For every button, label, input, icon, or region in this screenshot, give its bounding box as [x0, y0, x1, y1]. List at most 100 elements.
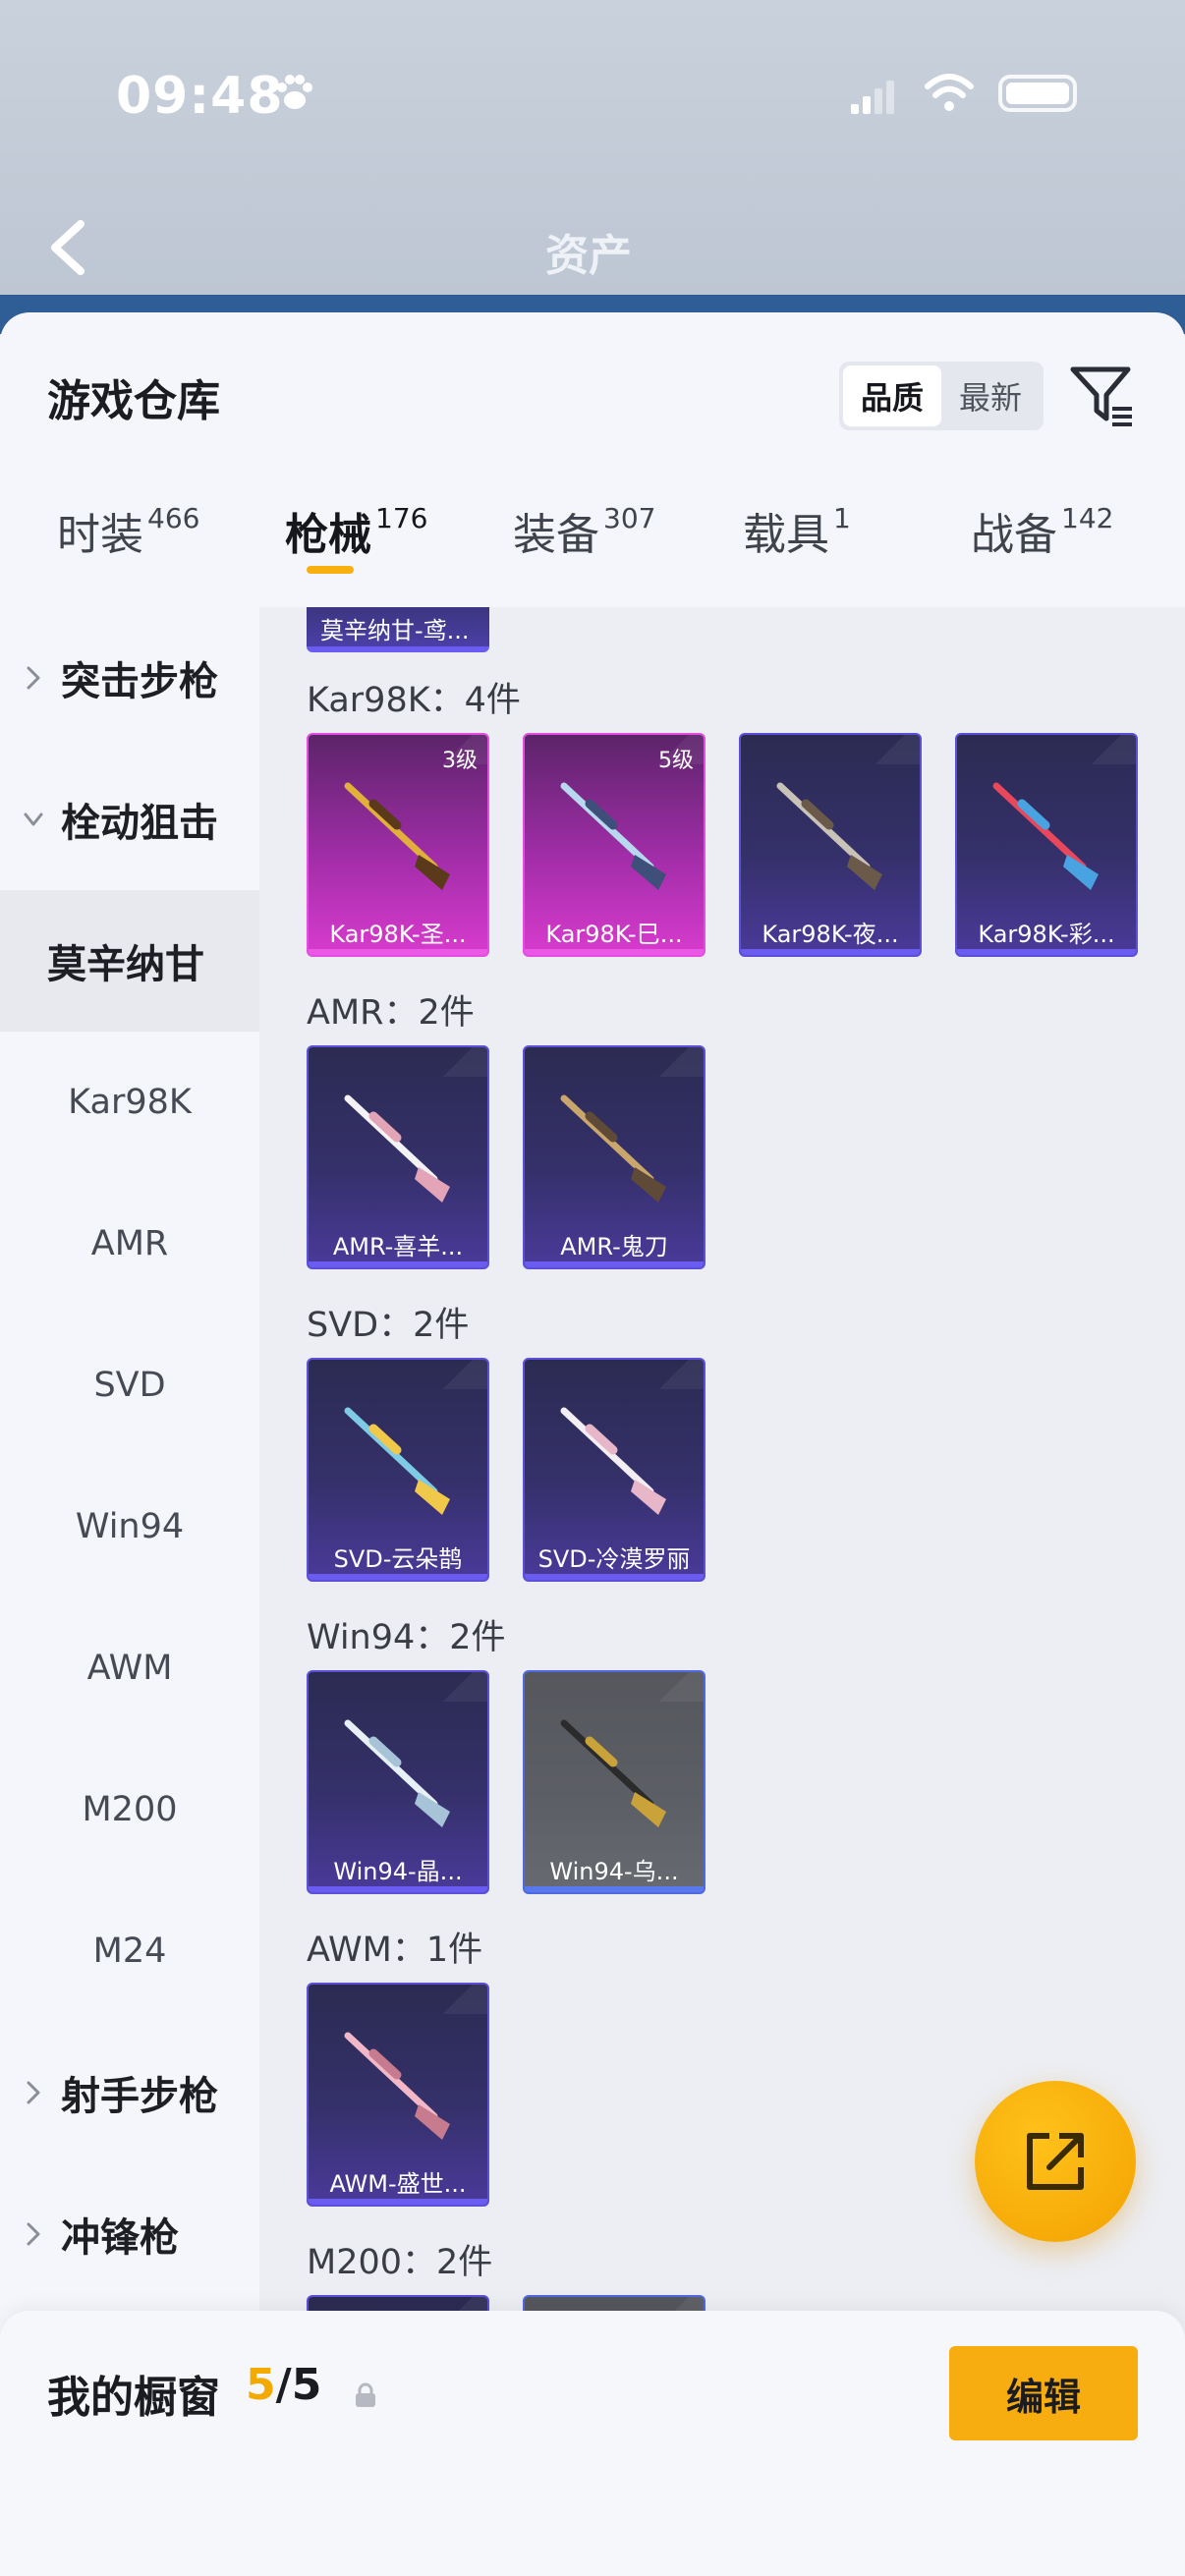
- back-arrow-icon[interactable]: [43, 218, 92, 277]
- tab-count: 466: [147, 501, 200, 534]
- partial-card-top[interactable]: 莫辛纳甘-鸢...: [307, 607, 489, 652]
- weapon-type-nav: 突击步枪栓动狙击莫辛纳甘 Kar98K AMR SVD Win94 AWM M200 M24 射…: [0, 607, 259, 2366]
- card-decoration: [428, 1360, 487, 1389]
- nav-item-label: AMR: [90, 1224, 169, 1263]
- tab-fashion[interactable]: 时装 466: [57, 499, 199, 607]
- card-label: Kar98K-彩...: [978, 921, 1115, 948]
- showcase-count-used: 5: [246, 2360, 276, 2410]
- tab-supplies[interactable]: 战备 142: [971, 499, 1113, 607]
- nav-item-label: 冲锋枪: [61, 2215, 179, 2261]
- status-time: 09:48: [116, 67, 284, 126]
- tab-equipment[interactable]: 装备 307: [513, 499, 655, 607]
- card-decoration: [428, 1047, 487, 1077]
- nav-item[interactable]: 栓动狙击: [0, 749, 259, 890]
- nav-item-label: 突击步枪: [61, 659, 218, 704]
- card-label: Win94-晶...: [333, 1858, 463, 1885]
- battery-icon: [998, 75, 1077, 112]
- section-title: M200：2件: [307, 2243, 493, 2282]
- nav-item[interactable]: Win94: [0, 1456, 259, 1597]
- card-rarity-bar: [309, 949, 487, 955]
- showcase-title: 我的橱窗: [47, 2373, 220, 2423]
- share-button[interactable]: [975, 2081, 1136, 2242]
- nav-item-label: Win94: [75, 1507, 185, 1546]
- card-label: Kar98K-圣...: [329, 921, 467, 948]
- weapon-card[interactable]: AMR-喜羊...: [307, 1045, 489, 1269]
- showcase-count-total: /5: [275, 2360, 322, 2410]
- rifle-icon: [344, 782, 450, 890]
- sort-quality-option[interactable]: 品质: [843, 365, 941, 426]
- card-decoration: [645, 1360, 704, 1389]
- weapon-card[interactable]: Kar98K-夜...: [739, 733, 922, 957]
- share-icon: [1027, 2133, 1084, 2190]
- paw-icon: [277, 75, 312, 109]
- weapon-card[interactable]: SVD-云朵鹊: [307, 1358, 489, 1582]
- chevron-right-icon: [27, 2222, 40, 2246]
- nav-item[interactable]: 莫辛纳甘: [0, 890, 259, 1032]
- card-decoration: [861, 735, 920, 764]
- card-rarity-bar: [525, 1886, 704, 1892]
- nav-item-label: 栓动狙击: [61, 801, 218, 846]
- nav-item[interactable]: Kar98K: [0, 1032, 259, 1173]
- card-decoration: [645, 1047, 704, 1077]
- rifle-icon: [560, 1407, 666, 1515]
- chevron-right-icon: [27, 666, 40, 690]
- tab-label: 载具: [743, 510, 829, 560]
- rifle-icon: [344, 1407, 450, 1515]
- card-rarity-bar: [525, 1261, 704, 1267]
- rifle-icon: [560, 1719, 666, 1827]
- weapon-card[interactable]: Kar98K-彩...: [955, 733, 1138, 957]
- rifle-icon: [560, 1094, 666, 1203]
- sort-latest-option[interactable]: 最新: [941, 365, 1040, 426]
- chevron-down-icon: [24, 812, 43, 826]
- weapon-card[interactable]: Win94-乌...: [523, 1670, 705, 1894]
- tab-count: 176: [375, 501, 428, 534]
- nav-item[interactable]: M200: [0, 1739, 259, 1880]
- rifle-icon: [992, 782, 1099, 890]
- tab-vehicles[interactable]: 载具 1: [743, 499, 851, 607]
- card-rarity-bar: [525, 1574, 704, 1580]
- tab-label: 战备: [971, 510, 1057, 560]
- nav-item[interactable]: 射手步枪: [0, 2022, 259, 2163]
- weapon-card[interactable]: AWM-盛世...: [307, 1983, 489, 2207]
- card-label: SVD-冷漠罗丽: [537, 1545, 691, 1573]
- weapon-card[interactable]: Win94-晶...: [307, 1670, 489, 1894]
- rifle-icon: [344, 2032, 450, 2140]
- card-label: AWM-盛世...: [329, 2170, 467, 2198]
- nav-item-label: M200: [82, 1790, 178, 1829]
- card-decoration: [645, 1672, 704, 1702]
- nav-item[interactable]: 突击步枪: [0, 607, 259, 749]
- nav-item-label: 莫辛纳甘: [47, 942, 204, 987]
- weapon-card[interactable]: 5级 Kar98K-巳...: [523, 733, 705, 957]
- nav-item[interactable]: 冲锋枪: [0, 2163, 259, 2305]
- status-bar: 09:48: [0, 61, 1185, 136]
- edit-button[interactable]: 编辑: [949, 2346, 1138, 2440]
- weapon-card[interactable]: 3级 Kar98K-圣...: [307, 733, 489, 957]
- wifi-icon: [925, 74, 974, 111]
- nav-item[interactable]: M24: [0, 1880, 259, 2022]
- nav-item[interactable]: AMR: [0, 1173, 259, 1315]
- background-page-title: 资产: [545, 231, 632, 281]
- nav-item-label: 射手步枪: [61, 2074, 218, 2119]
- card-decoration: [428, 1985, 487, 2014]
- tab-label: 枪械: [285, 510, 371, 560]
- rifle-icon: [776, 782, 882, 890]
- section-title: Kar98K：4件: [307, 681, 521, 720]
- tab-label: 装备: [513, 510, 599, 560]
- tab-guns[interactable]: 枪械 176: [285, 499, 427, 607]
- section-title: AMR：2件: [307, 993, 475, 1033]
- card-label: Win94-乌...: [549, 1858, 679, 1885]
- card-label: Kar98K-巳...: [545, 921, 683, 948]
- section-title: SVD：2件: [307, 1306, 470, 1345]
- card-label: 莫辛纳甘-鸢...: [320, 617, 470, 644]
- weapon-card[interactable]: SVD-冷漠罗丽: [523, 1358, 705, 1582]
- nav-item[interactable]: AWM: [0, 1597, 259, 1739]
- rifle-icon: [560, 782, 666, 890]
- filter-icon[interactable]: [1069, 362, 1138, 430]
- card-rarity-bar: [309, 2199, 487, 2205]
- nav-item-label: M24: [92, 1932, 167, 1971]
- nav-item-label: AWM: [86, 1649, 173, 1688]
- nav-item-label: SVD: [93, 1366, 166, 1405]
- nav-item[interactable]: SVD: [0, 1315, 259, 1456]
- category-tabs: 时装 466 枪械 176 装备 307 载具 1 战备 142: [0, 499, 1185, 607]
- weapon-card[interactable]: AMR-鬼刀: [523, 1045, 705, 1269]
